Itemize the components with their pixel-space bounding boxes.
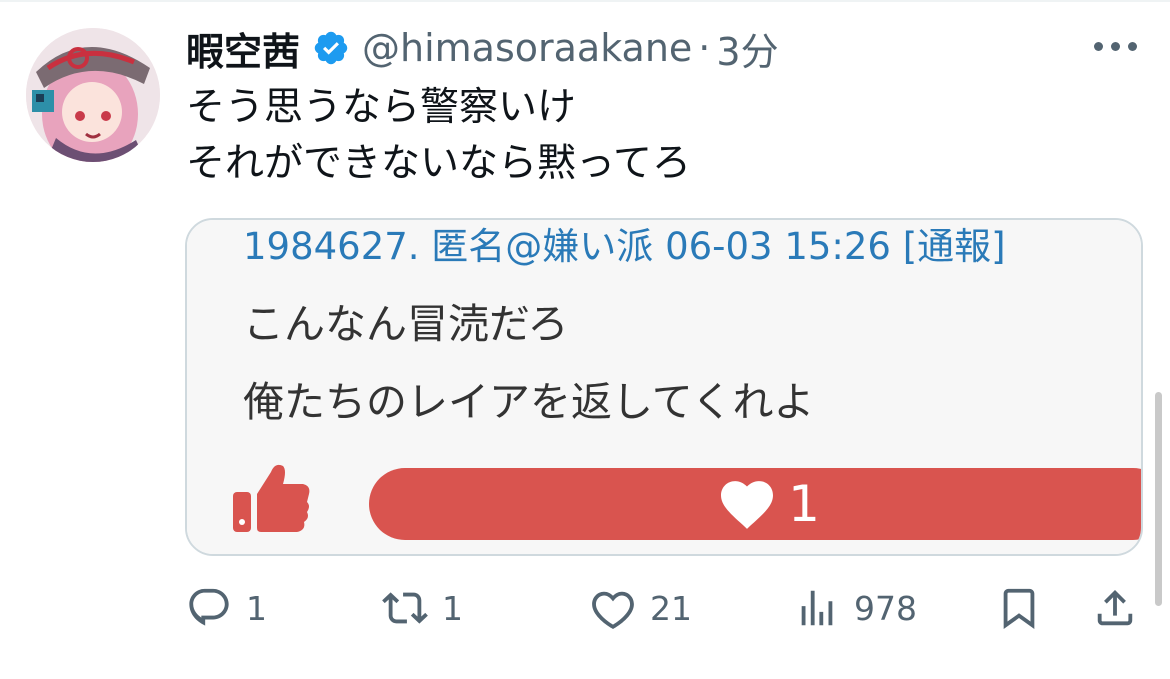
more-icon[interactable]	[1094, 38, 1142, 54]
like-icon	[592, 591, 634, 629]
tweet-header: 暇空茜 @himasoraakane · 3分	[186, 22, 779, 74]
tweet[interactable]: 暇空茜 @himasoraakane · 3分 そう思うなら警察いけ それができ…	[0, 0, 1170, 679]
display-name[interactable]: 暇空茜	[186, 21, 300, 76]
like-count: 1	[788, 475, 820, 533]
like-button[interactable]: 21	[590, 576, 692, 640]
post-line: こんなん冒涜だろ	[243, 300, 569, 348]
like-bar: 1	[369, 468, 1141, 540]
avatar[interactable]	[26, 28, 160, 162]
timestamp[interactable]: 3分	[716, 21, 778, 76]
media-image[interactable]: 1984627. 匿名@嫌い派 06-03 15:26 [通報] こんなん冒涜だ…	[185, 218, 1143, 556]
share-button[interactable]	[1092, 576, 1138, 640]
views-button[interactable]: 978	[794, 576, 917, 640]
bookmark-button[interactable]	[996, 576, 1042, 640]
retweet-count: 1	[442, 588, 463, 628]
retweet-icon	[382, 592, 428, 624]
action-bar: 1 1 21 978	[0, 576, 1170, 640]
views-icon	[801, 590, 833, 626]
heart-icon	[721, 481, 774, 529]
tweet-text-line: そう思うなら警察いけ	[186, 85, 577, 130]
reply-count: 1	[246, 588, 267, 628]
tweet-text-line: それができないなら黙ってろ	[186, 141, 692, 186]
separator: ·	[698, 26, 711, 70]
share-icon	[1097, 589, 1133, 626]
reply-icon	[189, 588, 229, 626]
scrollbar[interactable]	[1155, 392, 1162, 606]
media-content: 1984627. 匿名@嫌い派 06-03 15:26 [通報] こんなん冒涜だ…	[187, 220, 1141, 554]
view-count: 978	[854, 588, 917, 628]
retweet-button[interactable]: 1	[382, 576, 463, 640]
verified-icon[interactable]	[312, 29, 350, 67]
post-line: 俺たちのレイアを返してくれよ	[243, 378, 815, 426]
like-count: 21	[650, 588, 692, 628]
tweet-text: そう思うなら警察いけ それができないなら黙ってろ	[186, 80, 691, 192]
reply-button[interactable]: 1	[186, 576, 267, 640]
handle[interactable]: @himasoraakane	[362, 26, 692, 70]
divider	[0, 0, 1170, 2]
thumbs-up-icon	[233, 464, 310, 532]
post-header: 1984627. 匿名@嫌い派 06-03 15:26 [通報]	[243, 225, 1006, 268]
bookmark-icon	[1003, 588, 1035, 629]
